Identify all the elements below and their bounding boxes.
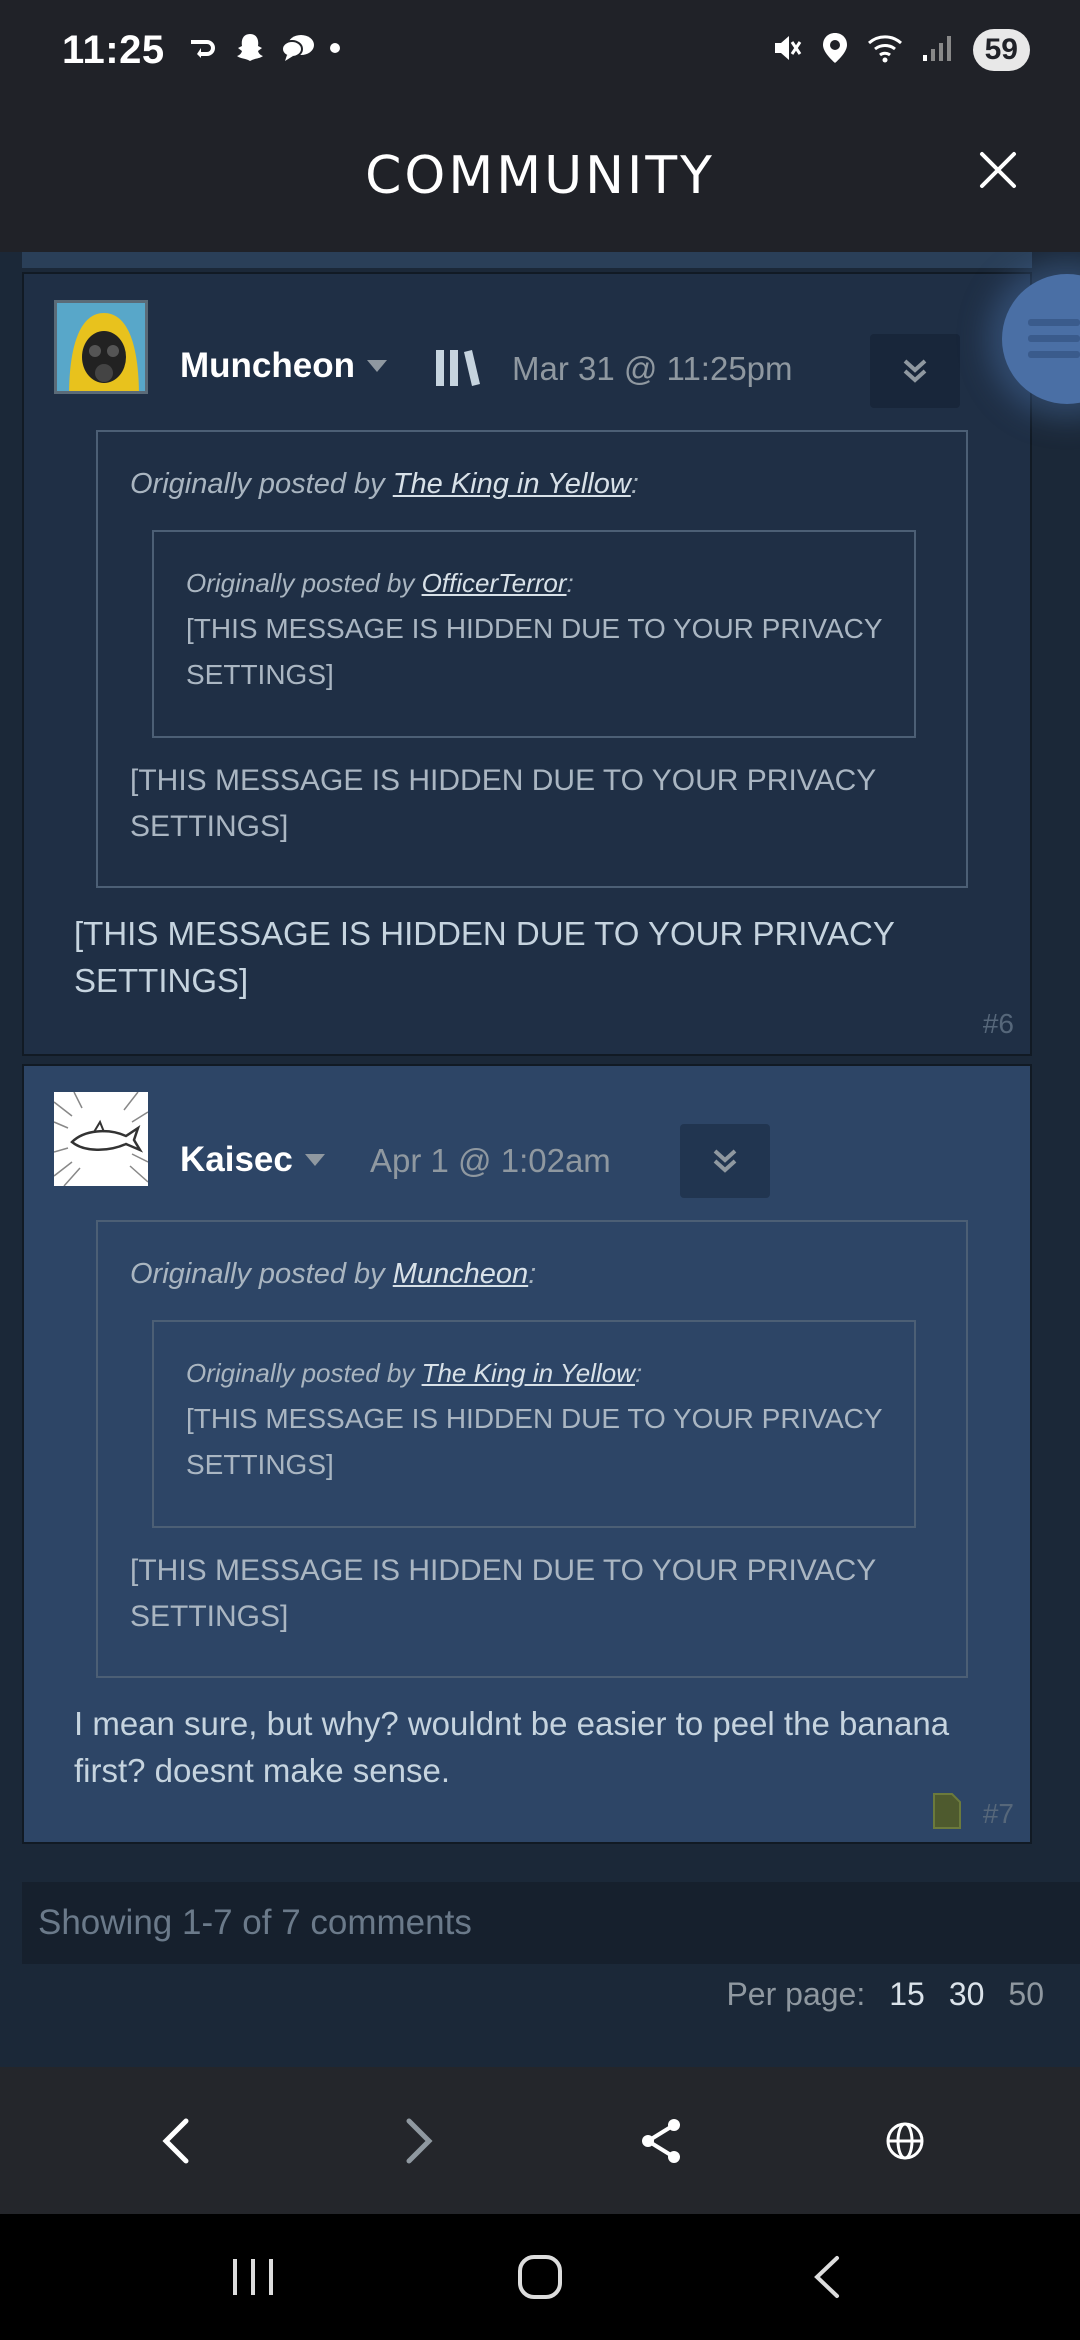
collapse-button[interactable] bbox=[680, 1124, 770, 1198]
nested-quote-text: [THIS MESSAGE IS HIDDEN DUE TO YOUR PRIV… bbox=[186, 1403, 883, 1480]
recent-apps-button[interactable] bbox=[203, 2232, 303, 2322]
close-icon bbox=[980, 152, 1016, 188]
quote-text: [THIS MESSAGE IS HIDDEN DUE TO YOUR PRIV… bbox=[130, 1554, 876, 1633]
gasmask-avatar-icon bbox=[57, 303, 145, 391]
back-arrow-icon bbox=[813, 2256, 839, 2298]
author-name[interactable]: Muncheon bbox=[180, 346, 387, 386]
comment-item: Kaisec Apr 1 @ 1:02am Originally posted … bbox=[22, 1064, 1032, 1844]
chevron-right-icon bbox=[406, 2118, 433, 2163]
forward-button[interactable] bbox=[374, 2096, 464, 2186]
hook-icon bbox=[189, 36, 219, 65]
recent-apps-icon bbox=[233, 2259, 274, 2295]
comments-container[interactable]: Muncheon Mar 31 @ 11:25pm Originally pos… bbox=[0, 252, 1080, 2067]
open-in-browser-button[interactable] bbox=[860, 2096, 950, 2186]
comment-item: Muncheon Mar 31 @ 11:25pm Originally pos… bbox=[22, 272, 1032, 1056]
avatar[interactable] bbox=[54, 1092, 148, 1186]
location-icon bbox=[821, 31, 849, 70]
chat-bubbles-icon bbox=[280, 33, 315, 68]
per-page-selector: Per page: 15 30 50 bbox=[726, 1976, 1044, 2013]
double-chevron-down-icon bbox=[713, 1149, 737, 1173]
app-header: COMMUNITY bbox=[0, 100, 1080, 252]
document-icon[interactable] bbox=[932, 1792, 962, 1835]
quote-byline: Originally posted by The King in Yellow: bbox=[130, 468, 639, 500]
home-icon bbox=[517, 2255, 562, 2299]
back-button[interactable] bbox=[131, 2096, 221, 2186]
page-title: COMMUNITY bbox=[365, 146, 715, 206]
shark-avatar-icon bbox=[54, 1092, 148, 1186]
system-navigation-bar bbox=[0, 2214, 1080, 2340]
per-page-option-15[interactable]: 15 bbox=[889, 1976, 925, 2013]
dropdown-caret-icon bbox=[366, 360, 387, 372]
quote-text: [THIS MESSAGE IS HIDDEN DUE TO YOUR PRIV… bbox=[130, 764, 876, 843]
quote-author-link[interactable]: The King in Yellow bbox=[393, 468, 631, 500]
status-bar: 11:25 59 bbox=[0, 0, 1080, 100]
post-date: Mar 31 @ 11:25pm bbox=[512, 350, 793, 387]
close-button[interactable] bbox=[968, 140, 1028, 200]
comment-body: I mean sure, but why? wouldnt be easier … bbox=[74, 1705, 950, 1789]
hamburger-menu-icon bbox=[1028, 319, 1080, 358]
nested-quote-byline: Originally posted by OfficerTerror: bbox=[186, 568, 574, 598]
quote-block: Originally posted by Muncheon: Originall… bbox=[96, 1220, 968, 1678]
per-page-option-30[interactable]: 30 bbox=[949, 1976, 985, 2013]
quote-block: Originally posted by The King in Yellow:… bbox=[96, 430, 968, 888]
collapse-button[interactable] bbox=[870, 334, 960, 408]
mute-icon bbox=[769, 31, 803, 70]
share-button[interactable] bbox=[617, 2096, 707, 2186]
quote-byline: Originally posted by Muncheon: bbox=[130, 1258, 537, 1290]
nested-quote-byline: Originally posted by The King in Yellow: bbox=[186, 1358, 643, 1388]
comment-body: [THIS MESSAGE IS HIDDEN DUE TO YOUR PRIV… bbox=[74, 915, 895, 999]
status-indicators: 59 bbox=[769, 29, 1030, 71]
nested-quote-author-link[interactable]: The King in Yellow bbox=[422, 1358, 635, 1388]
dropdown-caret-icon bbox=[304, 1154, 325, 1166]
double-chevron-down-icon bbox=[903, 359, 927, 383]
snapchat-icon bbox=[233, 31, 267, 70]
browser-toolbar bbox=[0, 2067, 1080, 2214]
home-button[interactable] bbox=[490, 2232, 590, 2322]
dot-icon bbox=[329, 41, 341, 59]
system-back-button[interactable] bbox=[777, 2232, 877, 2322]
nested-quote-block: Originally posted by The King in Yellow:… bbox=[152, 1320, 916, 1528]
notification-icons bbox=[189, 31, 341, 70]
comment-count-text: Showing 1-7 of 7 comments bbox=[38, 1903, 472, 1942]
avatar[interactable] bbox=[54, 300, 148, 394]
signal-icon bbox=[921, 33, 955, 68]
library-icon bbox=[434, 348, 482, 393]
comment-number[interactable]: #7 bbox=[983, 1798, 1014, 1830]
post-date: Apr 1 @ 1:02am bbox=[370, 1142, 611, 1179]
nested-quote-author-link[interactable]: OfficerTerror bbox=[422, 568, 567, 598]
nested-quote-text: [THIS MESSAGE IS HIDDEN DUE TO YOUR PRIV… bbox=[186, 613, 883, 690]
author-name[interactable]: Kaisec bbox=[180, 1140, 325, 1180]
battery-indicator: 59 bbox=[972, 29, 1030, 71]
chevron-left-icon bbox=[161, 2118, 188, 2163]
previous-comment-edge bbox=[22, 252, 1032, 268]
share-icon bbox=[641, 2118, 680, 2163]
per-page-option-50[interactable]: 50 bbox=[1008, 1976, 1044, 2013]
per-page-label: Per page: bbox=[726, 1976, 866, 2012]
status-time: 11:25 bbox=[62, 27, 165, 72]
comment-count-bar: Showing 1-7 of 7 comments bbox=[22, 1882, 1080, 1964]
comment-number[interactable]: #6 bbox=[983, 1008, 1014, 1040]
wifi-icon bbox=[867, 33, 903, 68]
globe-icon bbox=[886, 2122, 923, 2159]
nested-quote-block: Originally posted by OfficerTerror: [THI… bbox=[152, 530, 916, 738]
quote-author-link[interactable]: Muncheon bbox=[393, 1258, 528, 1290]
